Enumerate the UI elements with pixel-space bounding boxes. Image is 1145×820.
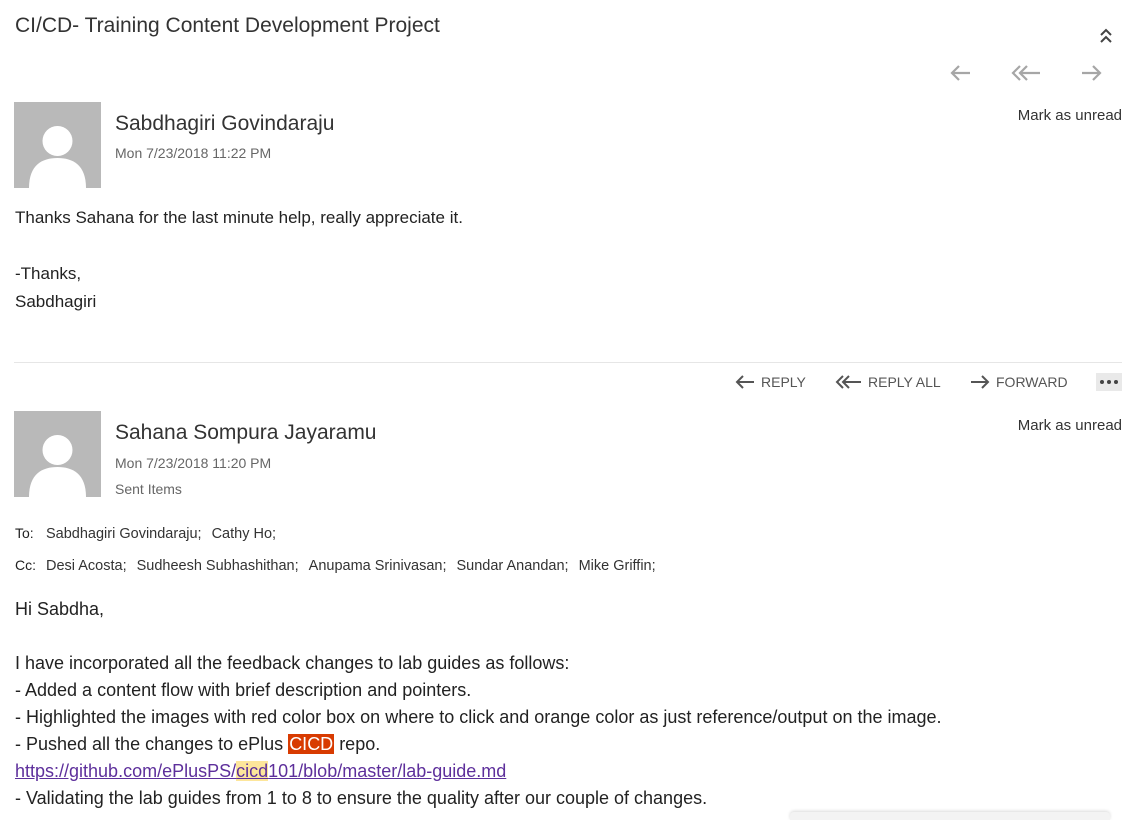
ellipsis-icon [1100,380,1118,384]
body-line: - Highlighted the images with red color … [15,707,942,727]
arrow-right-icon [971,375,990,389]
avatar [14,411,101,497]
arrow-left-icon [950,65,970,81]
reply-label: REPLY [761,374,806,390]
cc-recipients: Cc: Desi Acosta; Sudheesh Subhashithan; Anu… [15,557,666,574]
sender-name[interactable]: Sahana Sompura Jayaramu [115,421,377,445]
recipient[interactable]: Mike Griffin; [579,558,656,574]
forward-button[interactable]: FORWARD [970,372,1068,392]
avatar [14,102,101,188]
compose-panel-edge [790,812,1110,820]
collapse-button[interactable] [1096,24,1116,48]
person-icon [29,435,86,497]
body-line: -Thanks, [15,264,82,283]
recipient[interactable]: Desi Acosta; [46,558,127,574]
reply-all-nav-button[interactable] [1010,60,1042,86]
message-body: Thanks Sahana for the last minute help, … [15,204,463,316]
body-line: - Validating the lab guides from 1 to 8 … [15,788,708,808]
more-actions-button[interactable] [1096,373,1122,391]
link-segment[interactable]: 101/blob/master/lab-guide.md [268,761,506,781]
to-recipients: To: Sabdhagiri Govindaraju; Cathy Ho; [15,525,286,542]
forward-nav-button[interactable] [1078,60,1104,86]
double-chevron-up-icon [1100,28,1112,43]
recipient[interactable]: Sundar Anandan; [456,558,568,574]
double-arrow-left-icon [1011,65,1040,81]
arrow-right-icon [1082,65,1102,81]
message-date: Mon 7/23/2018 11:22 PM [115,145,272,161]
cc-label: Cc: [15,557,36,573]
recipient[interactable]: Sudheesh Subhashithan; [137,558,299,574]
recipient[interactable]: Sabdhagiri Govindaraju; [46,526,202,542]
person-icon [29,126,86,188]
link-segment[interactable]: https://github.com/ePlusPS/ [15,761,236,781]
text-segment: repo. [334,734,381,754]
message-divider [14,362,1122,363]
body-line [15,232,463,260]
reply-button[interactable]: REPLY [735,372,806,392]
recipient[interactable]: Anupama Srinivasan; [309,558,447,574]
link-highlight[interactable]: cicd [236,761,269,781]
mark-as-unread-button[interactable]: Mark as unread [1018,107,1122,124]
body-line: Sabdhagiri [15,292,97,311]
folder-label: Sent Items [115,481,182,497]
message-date: Mon 7/23/2018 11:20 PM [115,455,272,471]
body-line: I have incorporated all the feedback cha… [15,653,570,673]
reply-all-button[interactable]: REPLY ALL [835,372,941,392]
sender-name[interactable]: Sabdhagiri Govindaraju [115,112,334,136]
email-subject: CI/CD- Training Content Development Proj… [15,14,440,37]
recipient[interactable]: Cathy Ho; [212,526,276,542]
text-segment: - Pushed all the changes to ePlus [15,734,289,754]
reply-nav-button[interactable] [948,60,974,86]
to-label: To: [15,525,34,541]
arrow-left-icon [735,375,754,389]
body-line: Thanks Sahana for the last minute help, … [15,208,463,227]
double-arrow-left-icon [835,375,861,389]
search-highlight: CICD [288,734,335,754]
body-line: - Pushed all the changes to ePlus CICD r… [15,734,380,755]
forward-label: FORWARD [996,374,1068,390]
greeting: Hi Sabdha, [15,599,105,619]
repo-link[interactable]: https://github.com/ePlusPS/cicd101/blob/… [15,761,506,782]
mark-as-unread-button[interactable]: Mark as unread [1018,417,1122,434]
body-line: - Added a content flow with brief descri… [15,680,472,700]
reply-all-label: REPLY ALL [868,374,941,390]
